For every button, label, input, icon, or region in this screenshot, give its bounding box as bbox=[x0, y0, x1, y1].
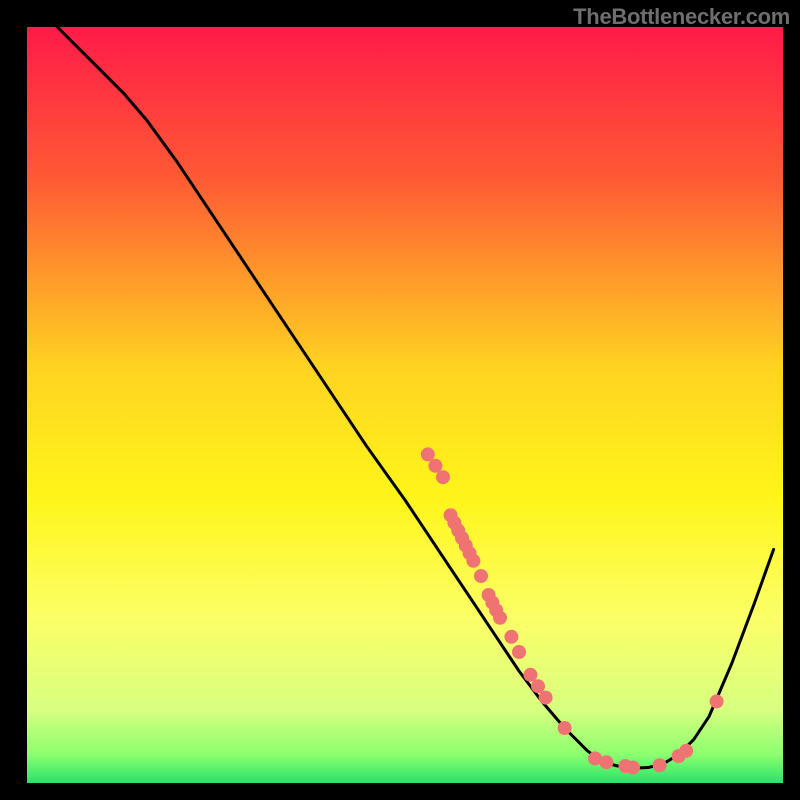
data-point bbox=[539, 691, 553, 705]
data-point bbox=[436, 470, 450, 484]
data-point bbox=[599, 755, 613, 769]
data-point bbox=[466, 554, 480, 568]
chart-container: TheBottlenecker.com bbox=[0, 0, 800, 800]
data-point bbox=[512, 645, 526, 659]
data-point bbox=[493, 611, 507, 625]
data-point bbox=[558, 721, 572, 735]
data-point bbox=[523, 668, 537, 682]
data-point bbox=[421, 447, 435, 461]
data-point bbox=[679, 744, 693, 758]
data-point bbox=[653, 758, 667, 772]
data-point bbox=[626, 761, 640, 775]
chart-background bbox=[25, 25, 785, 785]
data-point bbox=[531, 679, 545, 693]
data-point bbox=[710, 694, 724, 708]
bottleneck-chart bbox=[0, 0, 800, 800]
data-point bbox=[428, 459, 442, 473]
data-point bbox=[474, 569, 488, 583]
watermark-text: TheBottlenecker.com bbox=[573, 4, 790, 30]
data-point bbox=[504, 630, 518, 644]
